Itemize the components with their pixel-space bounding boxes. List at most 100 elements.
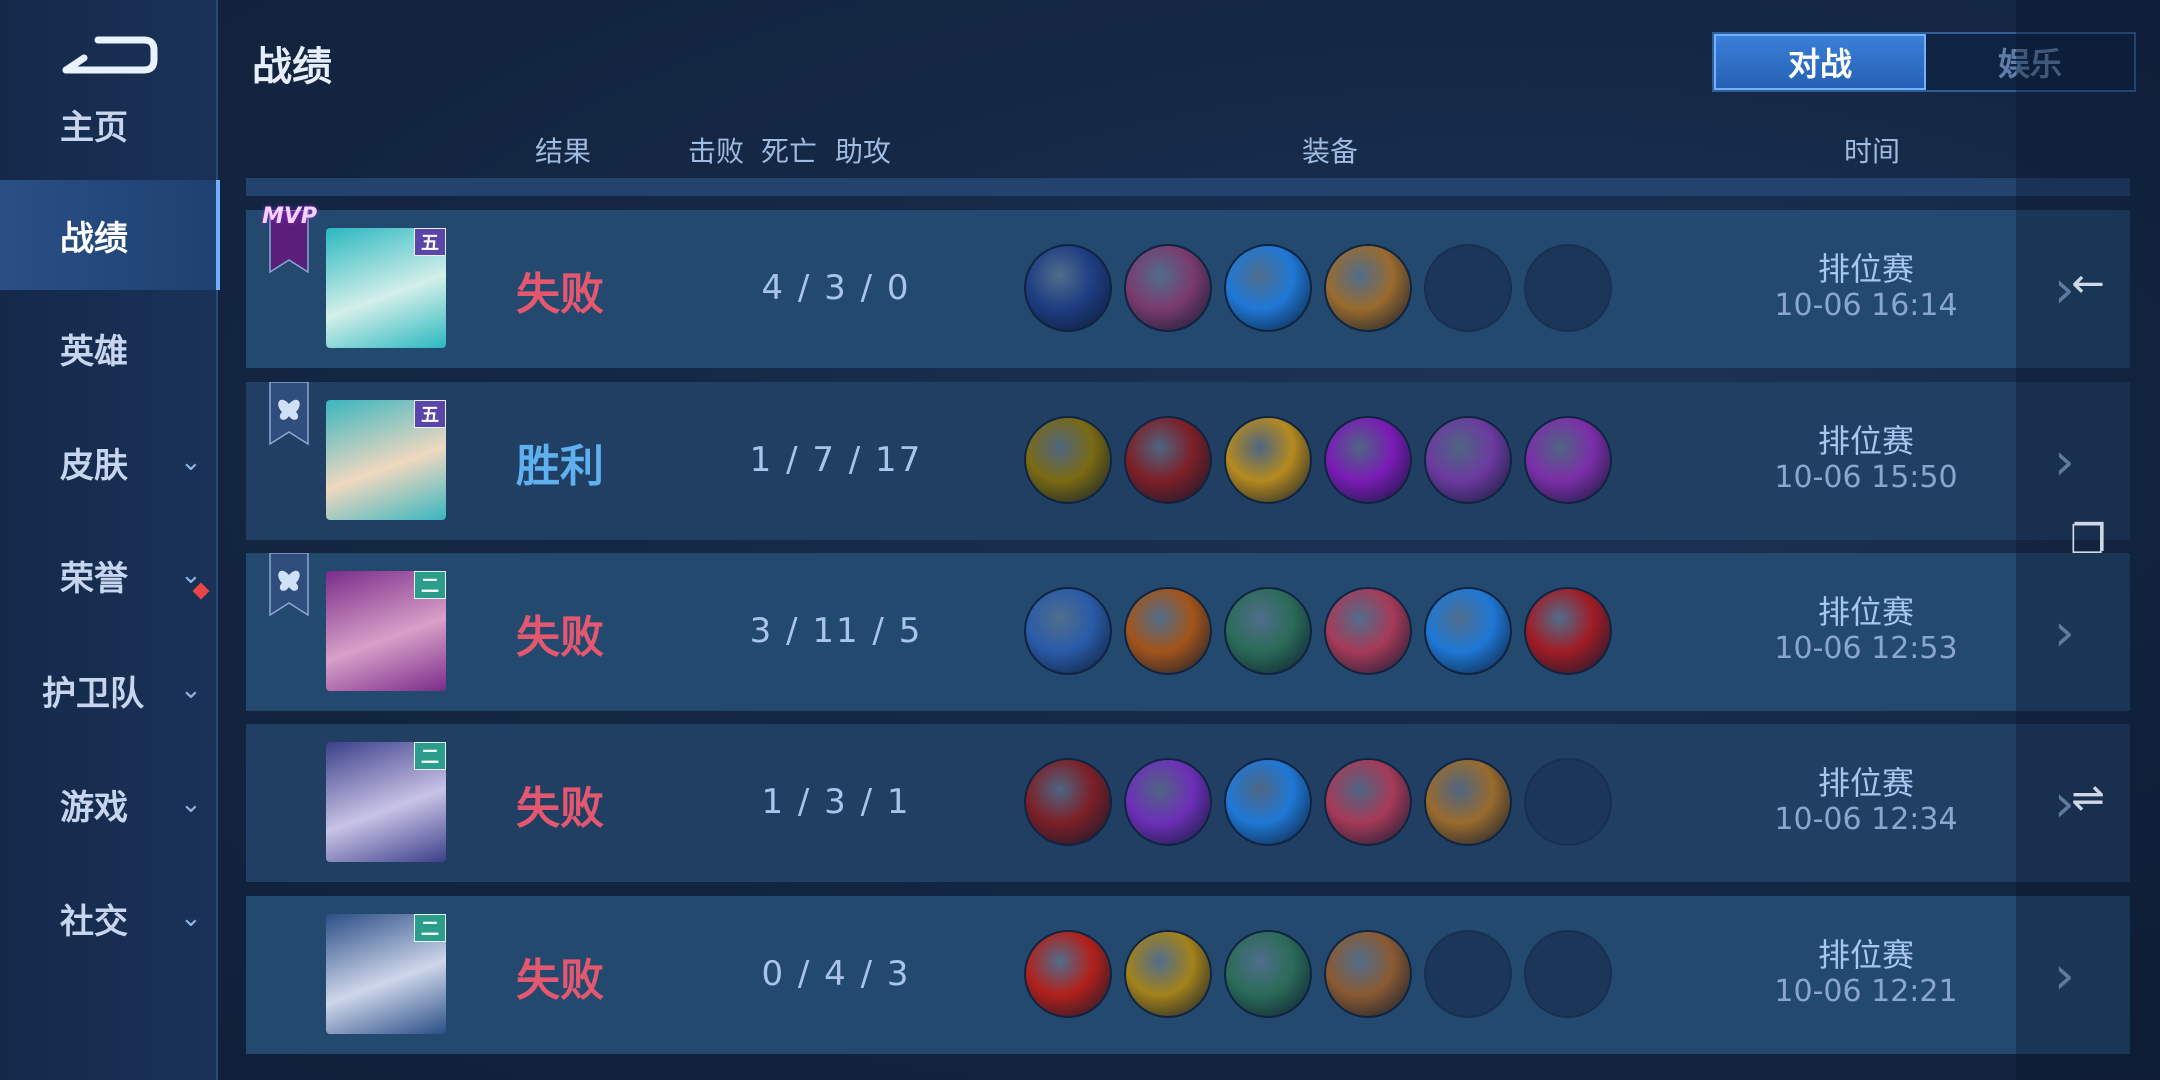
page-title: 战绩 (252, 44, 332, 90)
header-separator (246, 178, 2130, 196)
equipment-item-icon (1024, 587, 1112, 675)
equipment-item-icon (1224, 244, 1312, 332)
chevron-down-icon: ⌄ (180, 789, 202, 819)
equipment-item-icon (1324, 930, 1412, 1018)
kda: 3 / 11 / 5 (749, 611, 923, 651)
sidebar-item-label: 荣誉 (60, 558, 128, 599)
column-result: 结果 (535, 135, 592, 168)
sidebar-item-label: 战绩 (60, 218, 128, 259)
sidebar-item-2[interactable]: 英雄 (0, 293, 216, 403)
match-row[interactable]: 二失败 1 / 3 / 1 排位赛 10-06 12:34 › (246, 724, 2130, 882)
equipment-list (1024, 244, 1612, 332)
rank-badge: 二 (414, 742, 446, 770)
empty-equipment-slot (1524, 244, 1612, 332)
butterfly-ribbon-icon (269, 382, 309, 446)
equipment-item-icon (1224, 587, 1312, 675)
column-equipment: 装备 (1302, 135, 1359, 168)
column-kills: 击败 (688, 135, 745, 168)
match-mode: 排位赛 (1817, 936, 1914, 974)
equipment-item-icon (1224, 930, 1312, 1018)
equipment-item-icon (1524, 587, 1612, 675)
kda: 4 / 3 / 0 (761, 268, 911, 308)
equipment-item-icon (1124, 758, 1212, 846)
sidebar-item-label: 护卫队 (42, 673, 144, 714)
sidebar-item-1[interactable]: 战绩 (0, 180, 220, 290)
equipment-item-icon (1024, 244, 1112, 332)
sidebar-item-label: 主页 (60, 107, 128, 148)
switch-icon[interactable]: ⇌ (2060, 770, 2116, 826)
equipment-item-icon (1324, 416, 1412, 504)
equipment-list (1024, 758, 1612, 846)
match-time: 10-06 15:50 (1774, 460, 1958, 495)
match-row[interactable]: 二失败 0 / 4 / 3 排位赛 10-06 12:21 › (246, 896, 2130, 1054)
equipment-item-icon (1224, 758, 1312, 846)
match-result: 失败 (516, 783, 604, 834)
sidebar-item-label: 游戏 (60, 787, 128, 828)
match-result: 失败 (516, 269, 604, 320)
kda: 1 / 3 / 1 (761, 782, 911, 822)
empty-equipment-slot (1424, 244, 1512, 332)
sidebar-item-label: 英雄 (60, 331, 128, 372)
chevron-down-icon: ⌄ (180, 903, 202, 933)
sidebar-item-0[interactable]: 主页 (0, 69, 216, 179)
column-time: 时间 (1844, 135, 1901, 168)
empty-equipment-slot (1424, 930, 1512, 1018)
column-deaths: 死亡 (761, 135, 818, 168)
equipment-list (1024, 930, 1612, 1018)
match-mode: 排位赛 (1817, 593, 1914, 631)
butterfly-ribbon-icon (269, 553, 309, 617)
equipment-item-icon (1324, 244, 1412, 332)
equipment-item-icon (1124, 244, 1212, 332)
window-icon[interactable]: ❐ (2060, 512, 2116, 568)
match-time: 10-06 16:14 (1774, 288, 1958, 323)
match-mode: 排位赛 (1817, 422, 1914, 460)
sidebar-item-4[interactable]: 荣誉 ⌄ (0, 520, 216, 630)
match-time: 10-06 12:34 (1774, 802, 1958, 837)
equipment-item-icon (1424, 758, 1512, 846)
sidebar-item-7[interactable]: 社交 ⌄ (0, 863, 216, 973)
equipment-item-icon (1124, 930, 1212, 1018)
sidebar: 主页 战绩 英雄 皮肤 ⌄ 荣誉 ⌄ 护卫队 ⌄ 游戏 ⌄ 社交 ⌄ (0, 0, 220, 1080)
rank-badge: 二 (414, 571, 446, 599)
column-assists: 助攻 (835, 135, 892, 168)
equipment-list (1024, 587, 1612, 675)
sidebar-item-3[interactable]: 皮肤 ⌄ (0, 407, 216, 517)
equipment-item-icon (1424, 416, 1512, 504)
sidebar-item-5[interactable]: 护卫队 ⌄ (0, 635, 216, 745)
match-row[interactable]: MVP 五失败 4 / 3 / 0 排位赛 10-06 16:14 › (246, 204, 2130, 368)
equipment-item-icon (1024, 930, 1112, 1018)
equipment-list (1024, 416, 1612, 504)
sidebar-item-6[interactable]: 游戏 ⌄ (0, 749, 216, 859)
match-time: 10-06 12:53 (1774, 631, 1958, 666)
match-row[interactable]: 二失败 3 / 11 / 5 排位赛 10-06 12:53 › (246, 553, 2130, 711)
match-result: 失败 (516, 612, 604, 663)
equipment-item-icon (1424, 587, 1512, 675)
match-result: 失败 (516, 955, 604, 1006)
kda: 1 / 7 / 17 (749, 440, 923, 480)
chevron-down-icon: ⌄ (180, 675, 202, 705)
equipment-item-icon (1524, 416, 1612, 504)
match-result: 胜利 (516, 441, 604, 492)
match-mode: 排位赛 (1817, 250, 1914, 288)
match-time: 10-06 12:21 (1774, 974, 1958, 1009)
sidebar-item-label: 皮肤 (60, 445, 128, 486)
equipment-item-icon (1124, 587, 1212, 675)
empty-equipment-slot (1524, 758, 1612, 846)
equipment-item-icon (1024, 758, 1112, 846)
rank-badge: 五 (414, 400, 446, 428)
match-mode: 排位赛 (1817, 764, 1914, 802)
mvp-label: MVP (262, 204, 318, 229)
chevron-down-icon: ⌄ (180, 447, 202, 477)
equipment-item-icon (1124, 416, 1212, 504)
empty-equipment-slot (1524, 930, 1612, 1018)
kda: 0 / 4 / 3 (761, 954, 911, 994)
equipment-item-icon (1324, 758, 1412, 846)
tab-battle[interactable]: 对战 (1714, 34, 1926, 90)
match-row[interactable]: 五胜利 1 / 7 / 17 排位赛 10-06 15:50 › (246, 382, 2130, 540)
rank-badge: 二 (414, 914, 446, 942)
equipment-item-icon (1024, 416, 1112, 504)
equipment-item-icon (1324, 587, 1412, 675)
rank-badge: 五 (414, 228, 446, 256)
equipment-item-icon (1224, 416, 1312, 504)
back-gesture-icon[interactable]: ← (2060, 256, 2116, 312)
